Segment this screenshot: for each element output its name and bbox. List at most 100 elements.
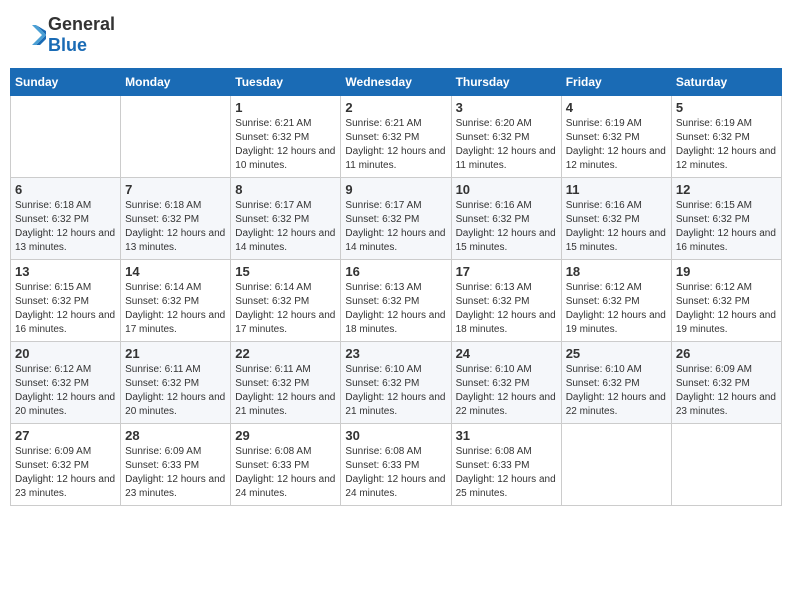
- day-number: 26: [676, 346, 777, 361]
- calendar-cell: 16 Sunrise: 6:13 AMSunset: 6:32 PMDayligh…: [341, 260, 451, 342]
- day-number: 23: [345, 346, 446, 361]
- day-info: Sunrise: 6:21 AMSunset: 6:32 PMDaylight:…: [235, 117, 336, 173]
- calendar-cell: 27 Sunrise: 6:09 AMSunset: 6:32 PMDayligh…: [11, 424, 121, 506]
- calendar-cell: 3 Sunrise: 6:20 AMSunset: 6:32 PMDaylight…: [451, 96, 561, 178]
- page-header: General Blue: [10, 10, 782, 60]
- day-info: Sunrise: 6:17 AMSunset: 6:32 PMDaylight:…: [345, 199, 446, 255]
- calendar-cell: 28 Sunrise: 6:09 AMSunset: 6:33 PMDayligh…: [121, 424, 231, 506]
- logo: General Blue: [18, 14, 115, 56]
- day-info: Sunrise: 6:08 AMSunset: 6:33 PMDaylight:…: [456, 445, 557, 501]
- day-number: 20: [15, 346, 116, 361]
- day-info: Sunrise: 6:16 AMSunset: 6:32 PMDaylight:…: [456, 199, 557, 255]
- day-number: 12: [676, 182, 777, 197]
- day-number: 24: [456, 346, 557, 361]
- day-info: Sunrise: 6:15 AMSunset: 6:32 PMDaylight:…: [15, 281, 116, 337]
- calendar-cell: 12 Sunrise: 6:15 AMSunset: 6:32 PMDayligh…: [671, 178, 781, 260]
- day-info: Sunrise: 6:15 AMSunset: 6:32 PMDaylight:…: [676, 199, 777, 255]
- calendar-cell: 2Sunrise: 6:21 AMSunset: 6:32 PMDaylight…: [341, 96, 451, 178]
- day-number: 5: [676, 100, 777, 115]
- day-number: 17: [456, 264, 557, 279]
- day-number: 15: [235, 264, 336, 279]
- calendar-cell: 26 Sunrise: 6:09 AMSunset: 6:32 PMDayligh…: [671, 342, 781, 424]
- calendar-cell: 31 Sunrise: 6:08 AMSunset: 6:33 PMDayligh…: [451, 424, 561, 506]
- day-info: Sunrise: 6:10 AMSunset: 6:32 PMDaylight:…: [345, 363, 446, 419]
- calendar-cell: 30Sunrise: 6:08 AMSunset: 6:33 PMDayligh…: [341, 424, 451, 506]
- day-info: Sunrise: 6:10 AMSunset: 6:32 PMDaylight:…: [456, 363, 557, 419]
- calendar-cell: 23 Sunrise: 6:10 AMSunset: 6:32 PMDayligh…: [341, 342, 451, 424]
- calendar-cell: 5 Sunrise: 6:19 AMSunset: 6:32 PMDaylight…: [671, 96, 781, 178]
- day-number: 19: [676, 264, 777, 279]
- calendar-table: SundayMondayTuesdayWednesdayThursdayFrid…: [10, 68, 782, 506]
- day-number: 10: [456, 182, 557, 197]
- day-info: Sunrise: 6:14 AMSunset: 6:32 PMDaylight:…: [125, 281, 226, 337]
- calendar-cell: 20Sunrise: 6:12 AMSunset: 6:32 PMDayligh…: [11, 342, 121, 424]
- day-number: 13: [15, 264, 116, 279]
- day-info: Sunrise: 6:14 AMSunset: 6:32 PMDaylight:…: [235, 281, 336, 337]
- day-info: Sunrise: 6:18 AMSunset: 6:32 PMDaylight:…: [125, 199, 226, 255]
- logo-text: General Blue: [48, 14, 115, 56]
- weekday-header-thursday: Thursday: [451, 69, 561, 96]
- day-info: Sunrise: 6:20 AMSunset: 6:32 PMDaylight:…: [456, 117, 557, 173]
- day-number: 22: [235, 346, 336, 361]
- day-number: 21: [125, 346, 226, 361]
- day-info: Sunrise: 6:19 AMSunset: 6:32 PMDaylight:…: [566, 117, 667, 173]
- week-row-3: 13 Sunrise: 6:15 AMSunset: 6:32 PMDayligh…: [11, 260, 782, 342]
- day-info: Sunrise: 6:16 AMSunset: 6:32 PMDaylight:…: [566, 199, 667, 255]
- logo-icon: [18, 21, 46, 49]
- week-row-2: 6 Sunrise: 6:18 AMSunset: 6:32 PMDaylight…: [11, 178, 782, 260]
- calendar-cell: 14Sunrise: 6:14 AMSunset: 6:32 PMDayligh…: [121, 260, 231, 342]
- day-info: Sunrise: 6:09 AMSunset: 6:33 PMDaylight:…: [125, 445, 226, 501]
- day-number: 30: [345, 428, 446, 443]
- day-info: Sunrise: 6:08 AMSunset: 6:33 PMDaylight:…: [235, 445, 336, 501]
- calendar-cell: 9 Sunrise: 6:17 AMSunset: 6:32 PMDaylight…: [341, 178, 451, 260]
- weekday-header-monday: Monday: [121, 69, 231, 96]
- day-number: 9: [345, 182, 446, 197]
- day-info: Sunrise: 6:17 AMSunset: 6:32 PMDaylight:…: [235, 199, 336, 255]
- day-info: Sunrise: 6:13 AMSunset: 6:32 PMDaylight:…: [345, 281, 446, 337]
- calendar-cell: 24 Sunrise: 6:10 AMSunset: 6:32 PMDayligh…: [451, 342, 561, 424]
- day-number: 28: [125, 428, 226, 443]
- day-info: Sunrise: 6:13 AMSunset: 6:32 PMDaylight:…: [456, 281, 557, 337]
- calendar-cell: 10 Sunrise: 6:16 AMSunset: 6:32 PMDayligh…: [451, 178, 561, 260]
- day-number: 18: [566, 264, 667, 279]
- calendar-cell: 18 Sunrise: 6:12 AMSunset: 6:32 PMDayligh…: [561, 260, 671, 342]
- day-info: Sunrise: 6:19 AMSunset: 6:32 PMDaylight:…: [676, 117, 777, 173]
- week-row-5: 27 Sunrise: 6:09 AMSunset: 6:32 PMDayligh…: [11, 424, 782, 506]
- week-row-4: 20Sunrise: 6:12 AMSunset: 6:32 PMDayligh…: [11, 342, 782, 424]
- weekday-header-sunday: Sunday: [11, 69, 121, 96]
- weekday-header-friday: Friday: [561, 69, 671, 96]
- day-info: Sunrise: 6:11 AMSunset: 6:32 PMDaylight:…: [125, 363, 226, 419]
- calendar-cell: 4Sunrise: 6:19 AMSunset: 6:32 PMDaylight…: [561, 96, 671, 178]
- day-info: Sunrise: 6:18 AMSunset: 6:32 PMDaylight:…: [15, 199, 116, 255]
- weekday-header-row: SundayMondayTuesdayWednesdayThursdayFrid…: [11, 69, 782, 96]
- day-number: 11: [566, 182, 667, 197]
- day-number: 3: [456, 100, 557, 115]
- calendar-cell: 15 Sunrise: 6:14 AMSunset: 6:32 PMDayligh…: [231, 260, 341, 342]
- day-info: Sunrise: 6:10 AMSunset: 6:32 PMDaylight:…: [566, 363, 667, 419]
- calendar-cell: [121, 96, 231, 178]
- day-info: Sunrise: 6:11 AMSunset: 6:32 PMDaylight:…: [235, 363, 336, 419]
- week-row-1: 1 Sunrise: 6:21 AMSunset: 6:32 PMDaylight…: [11, 96, 782, 178]
- calendar-cell: 1 Sunrise: 6:21 AMSunset: 6:32 PMDaylight…: [231, 96, 341, 178]
- calendar-cell: 22 Sunrise: 6:11 AMSunset: 6:32 PMDayligh…: [231, 342, 341, 424]
- day-info: Sunrise: 6:12 AMSunset: 6:32 PMDaylight:…: [566, 281, 667, 337]
- calendar-cell: [11, 96, 121, 178]
- weekday-header-tuesday: Tuesday: [231, 69, 341, 96]
- day-number: 6: [15, 182, 116, 197]
- day-number: 1: [235, 100, 336, 115]
- day-number: 29: [235, 428, 336, 443]
- calendar-cell: 25 Sunrise: 6:10 AMSunset: 6:32 PMDayligh…: [561, 342, 671, 424]
- calendar-cell: [561, 424, 671, 506]
- day-info: Sunrise: 6:09 AMSunset: 6:32 PMDaylight:…: [676, 363, 777, 419]
- weekday-header-saturday: Saturday: [671, 69, 781, 96]
- day-number: 16: [345, 264, 446, 279]
- day-info: Sunrise: 6:09 AMSunset: 6:32 PMDaylight:…: [15, 445, 116, 501]
- calendar-cell: 13 Sunrise: 6:15 AMSunset: 6:32 PMDayligh…: [11, 260, 121, 342]
- calendar-cell: 17 Sunrise: 6:13 AMSunset: 6:32 PMDayligh…: [451, 260, 561, 342]
- day-number: 25: [566, 346, 667, 361]
- day-number: 27: [15, 428, 116, 443]
- weekday-header-wednesday: Wednesday: [341, 69, 451, 96]
- day-number: 31: [456, 428, 557, 443]
- day-number: 7: [125, 182, 226, 197]
- day-info: Sunrise: 6:21 AMSunset: 6:32 PMDaylight:…: [345, 117, 446, 173]
